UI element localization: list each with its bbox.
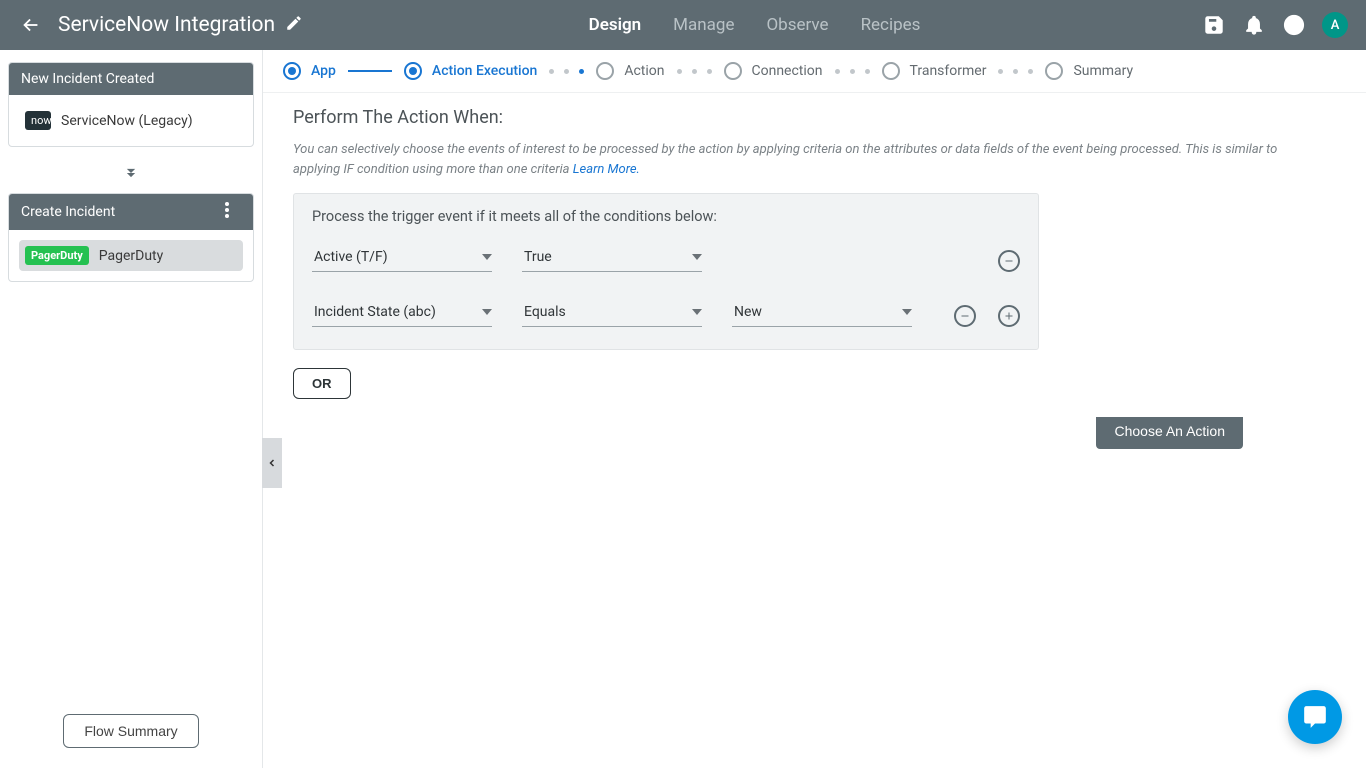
trigger-card-header: New Incident Created bbox=[9, 63, 253, 95]
step-circle-icon bbox=[596, 62, 614, 80]
servicenow-chip-icon: now bbox=[25, 111, 51, 130]
sidebar-collapse-toggle[interactable] bbox=[262, 438, 282, 488]
action-app-row[interactable]: PagerDuty PagerDuty bbox=[19, 240, 243, 271]
step-action[interactable]: Action bbox=[596, 62, 664, 80]
learn-more-link[interactable]: Learn More. bbox=[573, 162, 640, 177]
step-separator bbox=[549, 69, 584, 74]
step-label: Summary bbox=[1073, 63, 1133, 79]
tab-manage[interactable]: Manage bbox=[673, 15, 734, 35]
action-card-more-icon[interactable] bbox=[225, 202, 241, 222]
step-label: Action bbox=[624, 63, 664, 79]
pagerduty-chip-icon: PagerDuty bbox=[25, 246, 89, 265]
condition-row: Active (T/F) True bbox=[312, 245, 1020, 272]
action-card[interactable]: Create Incident PagerDuty PagerDuty bbox=[8, 193, 254, 282]
main-tabs: Design Manage Observe Recipes bbox=[307, 15, 1202, 35]
edit-title-icon[interactable] bbox=[285, 14, 307, 36]
step-summary[interactable]: Summary bbox=[1045, 62, 1133, 80]
step-label: App bbox=[311, 63, 336, 79]
remove-condition-button[interactable] bbox=[954, 305, 976, 327]
trigger-app-name: ServiceNow (Legacy) bbox=[61, 113, 193, 129]
select-value: New bbox=[734, 304, 762, 320]
chat-bubble[interactable] bbox=[1288, 690, 1342, 744]
condition-operator-select[interactable]: True bbox=[522, 245, 702, 272]
flow-sidebar: New Incident Created now ServiceNow (Leg… bbox=[0, 50, 262, 768]
trigger-card-title: New Incident Created bbox=[21, 71, 154, 87]
step-label: Action Execution bbox=[432, 63, 537, 79]
action-app-name: PagerDuty bbox=[99, 248, 164, 264]
step-connection[interactable]: Connection bbox=[724, 62, 823, 80]
main-panel: App Action Execution Action Connection T… bbox=[262, 50, 1366, 768]
step-label: Transformer bbox=[910, 63, 987, 79]
trigger-card[interactable]: New Incident Created now ServiceNow (Leg… bbox=[8, 62, 254, 147]
condition-field-select[interactable]: Active (T/F) bbox=[312, 245, 492, 272]
condition-row: Incident State (abc) Equals New bbox=[312, 300, 1020, 327]
step-circle-icon bbox=[404, 62, 422, 80]
step-action-execution[interactable]: Action Execution bbox=[404, 62, 537, 80]
action-card-title: Create Incident bbox=[21, 204, 115, 220]
step-separator bbox=[348, 70, 392, 72]
section-description-text: You can selectively choose the events of… bbox=[293, 142, 1277, 177]
step-separator bbox=[835, 69, 870, 74]
conditions-block: Process the trigger event if it meets al… bbox=[293, 193, 1039, 350]
step-circle-icon bbox=[882, 62, 900, 80]
condition-field-select[interactable]: Incident State (abc) bbox=[312, 300, 492, 327]
select-value: Equals bbox=[524, 304, 566, 320]
select-value: True bbox=[524, 249, 552, 265]
flow-connector-icon bbox=[8, 157, 254, 193]
tab-recipes[interactable]: Recipes bbox=[861, 15, 921, 35]
help-icon[interactable] bbox=[1282, 13, 1306, 37]
save-icon[interactable] bbox=[1202, 13, 1226, 37]
config-stepper: App Action Execution Action Connection T… bbox=[263, 50, 1366, 93]
chevron-down-icon bbox=[482, 309, 492, 315]
flow-summary-button[interactable]: Flow Summary bbox=[63, 714, 198, 748]
chevron-down-icon bbox=[482, 254, 492, 260]
chevron-down-icon bbox=[692, 254, 702, 260]
choose-action-button[interactable]: Choose An Action bbox=[1096, 417, 1243, 449]
condition-value-select[interactable]: New bbox=[732, 300, 912, 327]
add-condition-button[interactable] bbox=[998, 305, 1020, 327]
chevron-down-icon bbox=[692, 309, 702, 315]
step-circle-icon bbox=[283, 62, 301, 80]
back-button[interactable] bbox=[18, 12, 44, 38]
select-value: Active (T/F) bbox=[314, 249, 388, 265]
step-transformer[interactable]: Transformer bbox=[882, 62, 987, 80]
or-button[interactable]: OR bbox=[293, 368, 351, 399]
section-title: Perform The Action When: bbox=[293, 107, 1336, 128]
notifications-icon[interactable] bbox=[1242, 13, 1266, 37]
step-app[interactable]: App bbox=[283, 62, 336, 80]
remove-condition-button[interactable] bbox=[998, 250, 1020, 272]
tab-observe[interactable]: Observe bbox=[766, 15, 828, 35]
step-separator bbox=[677, 69, 712, 74]
page-title: ServiceNow Integration bbox=[58, 13, 275, 37]
step-label: Connection bbox=[752, 63, 823, 79]
select-value: Incident State (abc) bbox=[314, 304, 436, 320]
tab-design[interactable]: Design bbox=[589, 15, 642, 35]
trigger-app-row[interactable]: now ServiceNow (Legacy) bbox=[19, 105, 243, 136]
conditions-block-title: Process the trigger event if it meets al… bbox=[312, 208, 1020, 225]
chevron-down-icon bbox=[902, 309, 912, 315]
condition-operator-select[interactable]: Equals bbox=[522, 300, 702, 327]
step-circle-icon bbox=[1045, 62, 1063, 80]
user-avatar[interactable]: A bbox=[1322, 12, 1348, 38]
header-actions: A bbox=[1202, 12, 1348, 38]
action-card-header: Create Incident bbox=[9, 194, 253, 230]
step-circle-icon bbox=[724, 62, 742, 80]
app-header: ServiceNow Integration Design Manage Obs… bbox=[0, 0, 1366, 50]
section-description: You can selectively choose the events of… bbox=[293, 140, 1293, 179]
step-separator bbox=[998, 69, 1033, 74]
